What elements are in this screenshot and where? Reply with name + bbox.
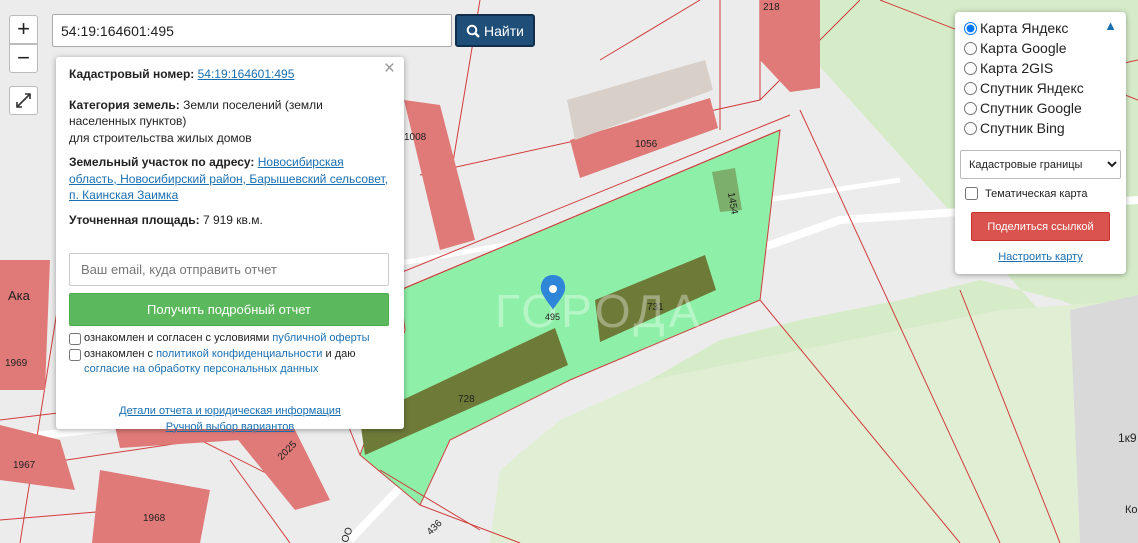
area-label: Уточненная площадь: [69,212,200,227]
privacy-consent-text: ознакомлен с [84,347,154,360]
map-settings-link[interactable]: Настроить карту [960,251,1121,263]
layer-option-label: Карта Яндекс [980,20,1069,36]
street-label: Ко [1125,504,1138,516]
layer-radio[interactable] [964,101,977,115]
report-details-link[interactable]: Детали отчета и юридическая информация [69,403,391,419]
watermark: ГОРОДА [495,285,703,337]
address-row: Земельный участок по адресу: Новосибирск… [69,154,391,204]
email-field[interactable] [69,253,389,286]
layer-radio[interactable] [964,41,977,55]
search-button-label: Найти [484,22,524,39]
layer-option-bing-satellite[interactable]: Спутник Bing [960,118,1121,138]
building-label: 218 [763,2,780,13]
layer-option-yandex-map[interactable]: Карта Яндекс [960,18,1121,38]
privacy-consent-text-2: и даю [325,347,356,360]
cadastral-number-label: Кадастровый номер: [69,67,195,81]
close-icon[interactable]: × [384,59,395,78]
building-label: 728 [458,394,475,405]
area-row: Уточненная площадь: 7 919 кв.м. [69,212,391,229]
street-label: Ака [8,288,31,303]
manual-selection-link[interactable]: Ручной выбор вариантов [69,419,391,435]
search-icon [466,24,480,38]
get-report-button[interactable]: Получить подробный отчет [69,293,389,326]
building-label: 1008 [404,132,427,143]
cadastral-number-link[interactable]: 54:19:164601:495 [198,67,295,81]
public-offer-link[interactable]: публичной оферты [272,332,369,344]
thematic-map-checkbox[interactable] [965,187,978,200]
overlay-select[interactable]: Кадастровые границы [960,150,1121,179]
layer-radio[interactable] [964,61,977,75]
layer-option-label: Спутник Bing [980,120,1065,136]
expand-icon [16,93,31,108]
zoom-out-button[interactable]: − [9,44,38,73]
privacy-consent: ознакомлен с политикой конфиденциальност… [69,347,391,378]
thematic-map-toggle[interactable]: Тематическая карта [960,187,1121,200]
chevron-up-icon[interactable]: ▲ [1104,18,1117,33]
layer-option-2gis-map[interactable]: Карта 2GIS [960,58,1121,78]
fullscreen-button[interactable] [9,86,38,115]
area-value: 7 919 кв.м. [202,212,263,227]
personal-data-link[interactable]: согласие на обработку персональных данны… [84,363,318,375]
layer-radio[interactable] [964,81,977,95]
zoom-in-button[interactable]: + [9,15,38,44]
building-label: 1967 [13,460,36,471]
thematic-map-label: Тематическая карта [985,187,1088,200]
layers-panel: ▲ Карта Яндекс Карта Google Карта 2GIS С… [955,12,1126,274]
land-use-value: для строительства жилых домов [69,130,252,145]
street-label: 1к9 [1118,431,1137,445]
building-label: 1056 [635,139,658,150]
building-label: 1968 [143,513,166,524]
search-input[interactable] [52,14,452,47]
layer-option-label: Карта Google [980,40,1067,56]
address-label: Земельный участок по адресу: [69,155,255,169]
parcel-info-panel: × Кадастровый номер: 54:19:164601:495 Ка… [56,57,404,433]
layer-option-label: Карта 2GIS [980,60,1054,76]
building-label: 1969 [5,358,28,369]
layer-option-google-map[interactable]: Карта Google [960,38,1121,58]
land-category-label: Категория земель: [69,97,180,112]
layer-option-google-satellite[interactable]: Спутник Google [960,98,1121,118]
layer-option-label: Спутник Google [980,100,1082,116]
cadastral-number-row: Кадастровый номер: 54:19:164601:495 [69,66,391,83]
offer-consent: ознакомлен и согласен с условиями публич… [69,331,391,347]
share-link-button[interactable]: Поделиться ссылкой [971,212,1110,241]
privacy-policy-link[interactable]: политикой конфиденциальности [156,348,322,360]
layer-option-label: Спутник Яндекс [980,80,1084,96]
search-button[interactable]: Найти [455,14,535,47]
layer-radio[interactable] [964,21,977,35]
offer-consent-text: ознакомлен и согласен с условиями [84,332,270,344]
layer-option-yandex-satellite[interactable]: Спутник Яндекс [960,78,1121,98]
marker-label: 495 [545,312,560,322]
layer-radio[interactable] [964,121,977,135]
privacy-consent-checkbox[interactable] [69,348,81,361]
offer-consent-checkbox[interactable] [69,333,81,345]
land-category-row: Категория земель: Земли поселений (земли… [69,97,391,147]
